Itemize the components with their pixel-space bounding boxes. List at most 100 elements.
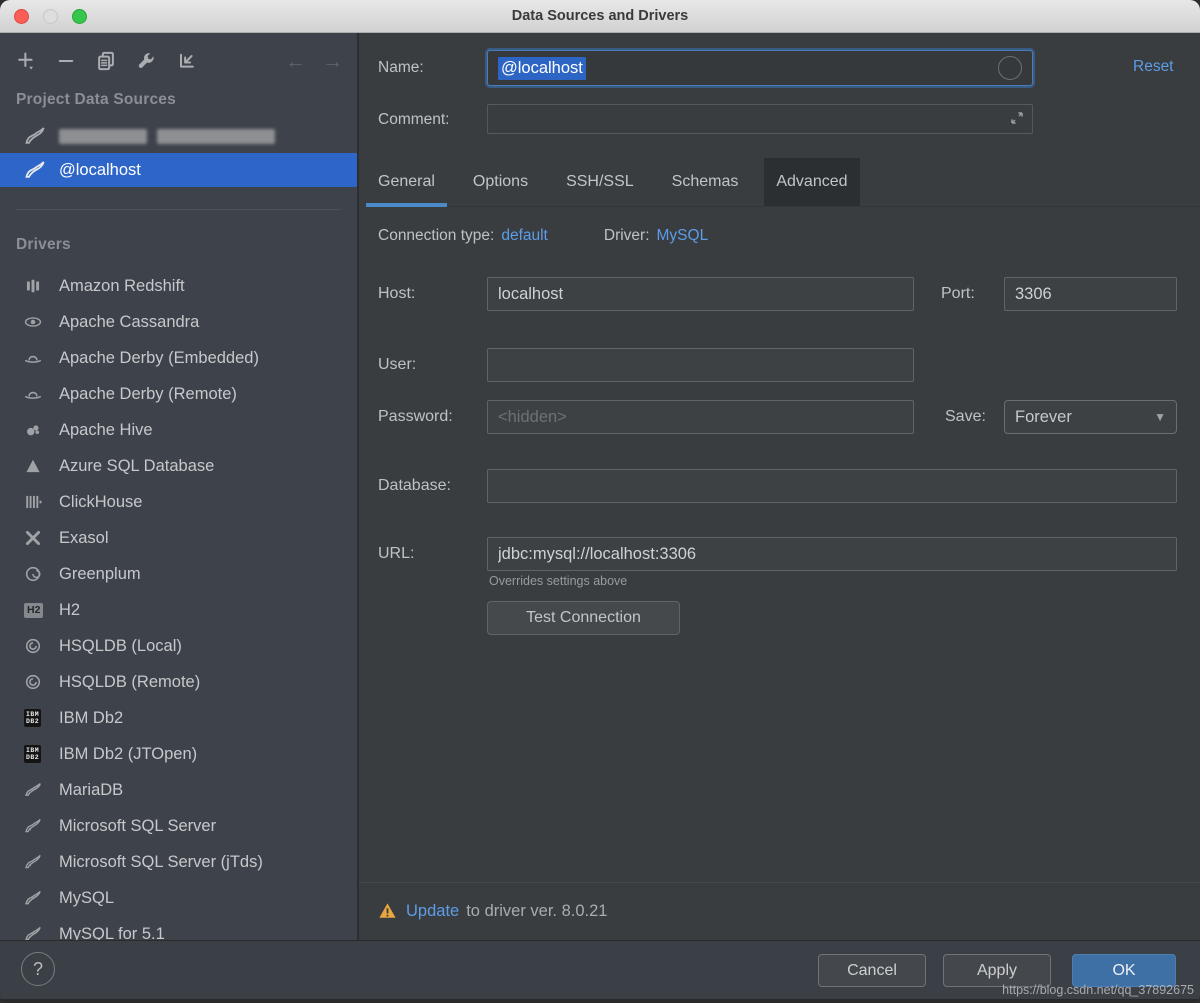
driver-properties-icon[interactable] (134, 49, 158, 73)
data-source-item[interactable] (0, 119, 357, 153)
driver-label: Azure SQL Database (59, 457, 214, 476)
zoom-window-button[interactable] (72, 9, 87, 24)
user-input[interactable] (487, 348, 914, 382)
data-source-item-selected[interactable]: @localhost (0, 153, 357, 187)
driver-label: Apache Derby (Embedded) (59, 349, 259, 368)
driver-link[interactable]: MySQL (657, 227, 709, 245)
mariadb-icon (24, 781, 46, 799)
host-label: Host: (378, 285, 415, 303)
driver-item-h2[interactable]: H2 H2 (0, 592, 357, 628)
derby-icon (24, 349, 46, 367)
expand-comment-icon[interactable] (1009, 110, 1025, 131)
comment-input[interactable] (487, 104, 1033, 134)
azure-icon (24, 457, 46, 475)
minimize-window-button[interactable] (43, 9, 58, 24)
mysql-icon (24, 127, 46, 145)
drivers-list: Amazon Redshift Apache Cassandra Apache De… (0, 268, 357, 940)
driver-label: Microsoft SQL Server (jTds) (59, 853, 263, 872)
driver-label: Greenplum (59, 565, 141, 584)
driver-item-microsoft-sql-server[interactable]: Microsoft SQL Server (0, 808, 357, 844)
h2-icon: H2 (24, 601, 46, 619)
url-input[interactable] (487, 537, 1177, 571)
driver-item-mysql-for-5-1[interactable]: MySQL for 5.1 (0, 916, 357, 940)
hsqldb-icon (24, 673, 46, 691)
back-icon[interactable]: ← (285, 51, 306, 72)
update-driver-link[interactable]: Update (406, 902, 459, 921)
name-input-selected-text: @localhost (498, 57, 586, 80)
driver-item-apache-derby-remote[interactable]: Apache Derby (Remote) (0, 376, 357, 412)
driver-update-row: Update to driver ver. 8.0.21 (359, 882, 1200, 939)
driver-item-apache-cassandra[interactable]: Apache Cassandra (0, 304, 357, 340)
connection-type-link[interactable]: default (501, 227, 548, 245)
driver-label: HSQLDB (Local) (59, 637, 182, 656)
duplicate-icon[interactable] (94, 49, 118, 73)
tab-general[interactable]: General (366, 158, 447, 206)
reset-link[interactable]: Reset (1133, 58, 1174, 76)
dialog-footer: ? Cancel Apply OK https://blog.csdn.net/… (0, 940, 1200, 1003)
name-input[interactable]: @localhost (487, 50, 1033, 86)
database-input[interactable] (487, 469, 1177, 503)
hive-icon (24, 421, 46, 439)
mssql-icon (24, 817, 46, 835)
close-window-button[interactable] (14, 9, 29, 24)
redacted-label (59, 129, 147, 144)
driver-label: Amazon Redshift (59, 277, 185, 296)
host-input[interactable] (487, 277, 914, 311)
name-field-indicator-icon (998, 56, 1022, 80)
driver-item-mariadb[interactable]: MariaDB (0, 772, 357, 808)
driver-item-microsoft-sql-server-jtds[interactable]: Microsoft SQL Server (jTds) (0, 844, 357, 880)
tab-ssh-ssl[interactable]: SSH/SSL (554, 158, 646, 206)
database-label: Database: (378, 477, 451, 495)
driver-item-clickhouse[interactable]: ClickHouse (0, 484, 357, 520)
data-sources-list: @localhost (0, 119, 357, 187)
chevron-down-icon: ▼ (1154, 410, 1166, 424)
data-source-label: @localhost (59, 161, 141, 180)
mysql-icon (24, 925, 46, 940)
connection-info-row: Connection type: default Driver: MySQL (378, 227, 708, 245)
exasol-icon (24, 529, 46, 547)
driver-label: H2 (59, 601, 80, 620)
cancel-button[interactable]: Cancel (818, 954, 926, 987)
forward-icon[interactable]: → (322, 51, 343, 72)
mysql-icon (24, 161, 46, 179)
password-input[interactable] (487, 400, 914, 434)
user-label: User: (378, 356, 416, 374)
driver-item-apache-derby-embedded[interactable]: Apache Derby (Embedded) (0, 340, 357, 376)
mysql-icon (24, 889, 46, 907)
redshift-icon (24, 277, 46, 295)
data-sources-dialog: Data Sources and Drivers ←→ Project Data… (0, 0, 1200, 1003)
warning-icon (378, 902, 397, 920)
add-icon[interactable] (14, 49, 38, 73)
derby-icon (24, 385, 46, 403)
driver-item-amazon-redshift[interactable]: Amazon Redshift (0, 268, 357, 304)
tab-advanced[interactable]: Advanced (764, 158, 859, 206)
save-dropdown[interactable]: Forever ▼ (1004, 400, 1177, 434)
driver-label: MySQL for 5.1 (59, 925, 165, 941)
driver-item-greenplum[interactable]: Greenplum (0, 556, 357, 592)
tab-options[interactable]: Options (461, 158, 540, 206)
mssql-icon (24, 853, 46, 871)
remove-icon[interactable] (54, 49, 78, 73)
driver-label: Microsoft SQL Server (59, 817, 216, 836)
driver-label: Apache Derby (Remote) (59, 385, 237, 404)
ibmdb2-icon: IBMDB2 (24, 709, 46, 727)
driver-label: HSQLDB (Remote) (59, 673, 200, 692)
driver-item-ibm-db2-jtopen[interactable]: IBMDB2IBM Db2 (JTOpen) (0, 736, 357, 772)
driver-item-hsqldb-local[interactable]: HSQLDB (Local) (0, 628, 357, 664)
tab-schemas[interactable]: Schemas (660, 158, 751, 206)
driver-item-ibm-db2[interactable]: IBMDB2IBM Db2 (0, 700, 357, 736)
test-connection-button[interactable]: Test Connection (487, 601, 680, 635)
driver-item-hsqldb-remote[interactable]: HSQLDB (Remote) (0, 664, 357, 700)
driver-item-apache-hive[interactable]: Apache Hive (0, 412, 357, 448)
driver-item-azure-sql-database[interactable]: Azure SQL Database (0, 448, 357, 484)
cassandra-icon (24, 313, 46, 331)
import-icon[interactable] (174, 49, 198, 73)
driver-item-mysql[interactable]: MySQL (0, 880, 357, 916)
help-button[interactable]: ? (21, 952, 55, 986)
name-label: Name: (378, 59, 424, 77)
sidebar-toolbar: ←→ (0, 33, 357, 79)
clickhouse-icon (24, 493, 46, 511)
driver-item-exasol[interactable]: Exasol (0, 520, 357, 556)
driver-label: MariaDB (59, 781, 123, 800)
port-input[interactable] (1004, 277, 1177, 311)
